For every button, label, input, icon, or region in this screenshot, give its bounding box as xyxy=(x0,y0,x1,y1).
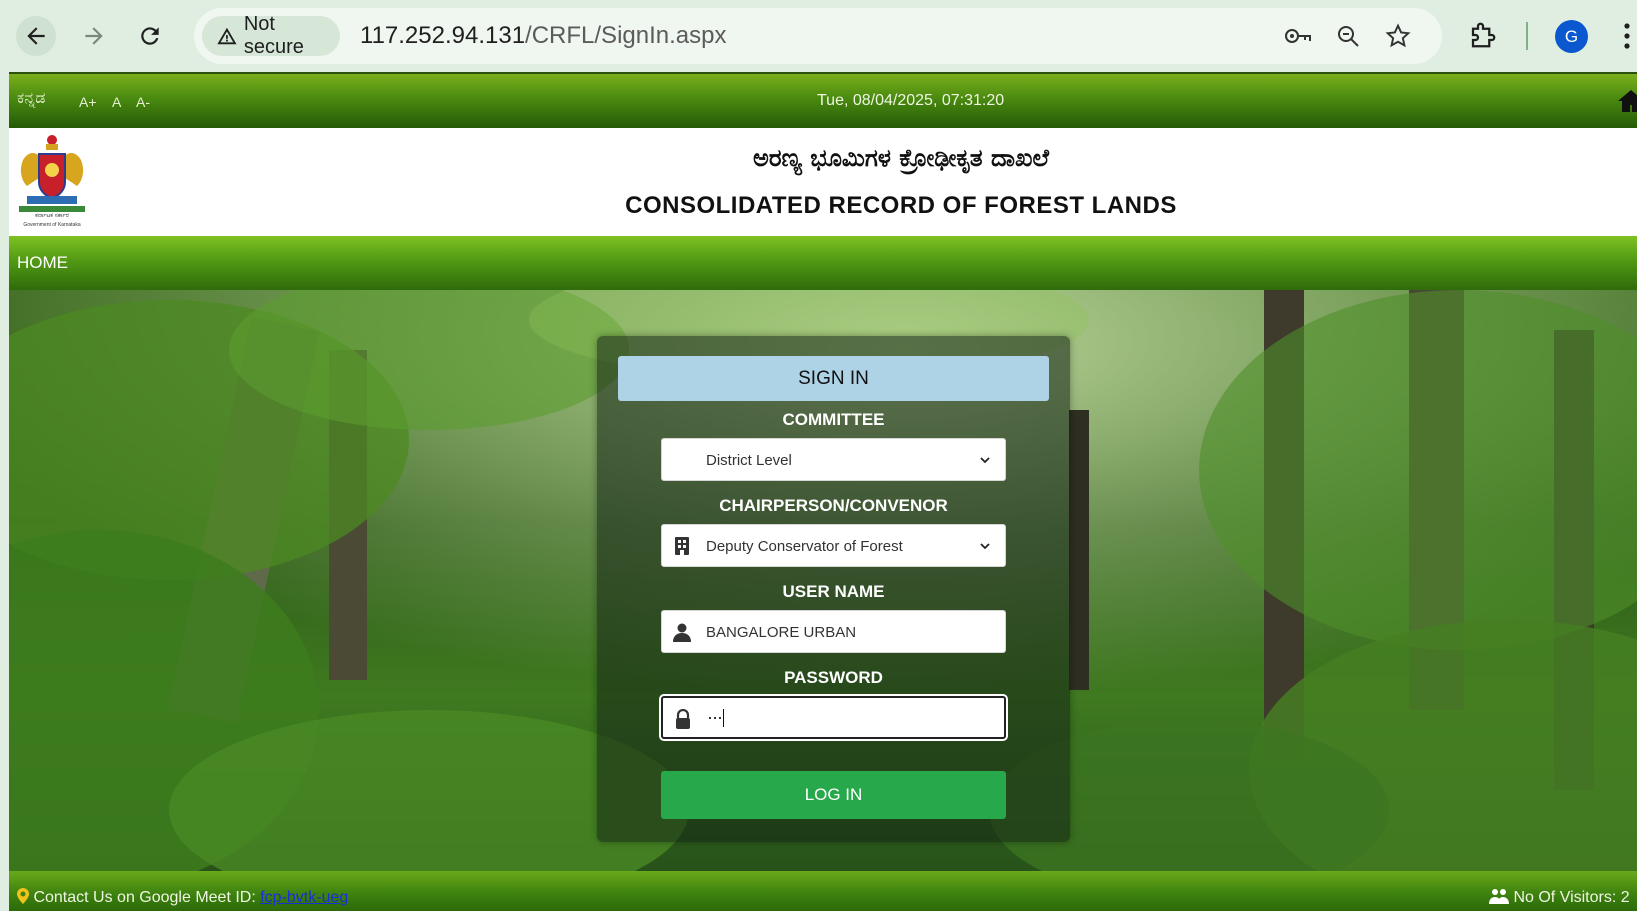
star-icon xyxy=(1385,23,1411,48)
home-icon xyxy=(1618,90,1637,112)
emblem-caption-english: Government of Karnataka xyxy=(23,222,81,228)
visitor-count-text: No Of Visitors: 2 xyxy=(1513,889,1630,906)
username-input[interactable]: BANGALORE URBAN xyxy=(661,610,1006,653)
font-increase-link[interactable]: A+ xyxy=(79,94,97,110)
site-title-english: CONSOLIDATED RECORD OF FOREST LANDS xyxy=(625,192,1177,219)
login-panel: SIGN IN COMMITTEE District Level CHAIRPE… xyxy=(597,336,1070,842)
contact-prefix: Contact Us on Google Meet ID: xyxy=(33,889,261,906)
url-host: 117.252.94.131 xyxy=(360,22,526,49)
security-label: Not secure xyxy=(243,13,304,58)
language-link[interactable]: ಕನ್ನಡ xyxy=(17,90,45,108)
chairperson-select[interactable]: Deputy Conservator of Forest xyxy=(661,524,1006,567)
kebab-icon xyxy=(1624,23,1630,49)
browser-frame-edge xyxy=(0,0,9,911)
back-icon xyxy=(27,27,45,45)
main-menu: HOME xyxy=(9,236,1637,290)
extensions-icon xyxy=(1471,22,1496,48)
committee-label: COMMITTEE xyxy=(782,410,885,429)
forward-icon xyxy=(85,27,103,45)
committee-select[interactable]: District Level xyxy=(661,438,1006,481)
address-bar[interactable]: Not secure 117.252.94.131/CRFL/SignIn.as… xyxy=(194,8,1442,64)
login-button[interactable]: LOG IN xyxy=(661,771,1006,819)
password-key-button[interactable] xyxy=(1284,22,1312,50)
key-icon xyxy=(1285,29,1311,43)
menu-item-home[interactable]: HOME xyxy=(17,253,68,273)
current-datetime: Tue, 08/04/2025, 07:31:20 xyxy=(817,92,1005,109)
building-icon xyxy=(675,537,689,555)
site-header: ಕರ್ನಾಟಕ ಸರ್ಕಾರ Government of Karnataka ಅ… xyxy=(9,128,1637,236)
username-value: BANGALORE URBAN xyxy=(706,624,857,641)
browser-toolbar: Not secure 117.252.94.131/CRFL/SignIn.as… xyxy=(0,0,1637,72)
users-icon xyxy=(1489,889,1509,904)
site-title-kannada: ಅರಣ್ಯ ಭೂಮಿಗಳ ಕ್ರೋಢೀಕೃತ ದಾಖಲೆ xyxy=(753,144,1049,172)
bookmark-button[interactable] xyxy=(1384,22,1412,50)
map-pin-icon xyxy=(17,888,29,904)
security-chip[interactable]: Not secure xyxy=(202,13,340,58)
site-topbar: ಕನ್ನಡ A+ A A- Tue, 08/04/2025, 07:31:20 xyxy=(9,72,1637,128)
menu-button[interactable] xyxy=(1620,18,1634,54)
reload-button[interactable] xyxy=(130,16,170,56)
chairperson-value: Deputy Conservator of Forest xyxy=(706,538,903,555)
visitor-counter: No Of Visitors: 2 xyxy=(1489,888,1630,907)
warning-icon xyxy=(217,27,237,45)
lock-icon xyxy=(676,709,690,729)
site-footer: Contact Us on Google Meet ID: fcp-bvtk-u… xyxy=(9,871,1637,911)
url-path: /CRFL/SignIn.aspx xyxy=(525,22,727,49)
user-icon xyxy=(673,623,691,642)
url-text[interactable]: 117.252.94.131/CRFL/SignIn.aspx xyxy=(360,22,726,50)
contact-info: Contact Us on Google Meet ID: fcp-bvtk-u… xyxy=(17,888,348,907)
font-normal-link[interactable]: A xyxy=(112,94,121,110)
chevron-down-icon xyxy=(980,543,990,550)
text-caret xyxy=(722,709,724,728)
password-value: ··· xyxy=(707,707,724,728)
chevron-down-icon xyxy=(980,457,990,464)
committee-value: District Level xyxy=(706,452,792,469)
profile-avatar[interactable]: G xyxy=(1555,20,1588,53)
password-mask: ··· xyxy=(707,707,723,727)
home-link[interactable] xyxy=(1617,88,1637,112)
username-label: USER NAME xyxy=(782,582,885,601)
meet-id-link[interactable]: fcp-bvtk-ueg xyxy=(260,889,348,906)
password-label: PASSWORD xyxy=(784,668,883,687)
profile-initial: G xyxy=(1564,26,1579,46)
back-button[interactable] xyxy=(16,16,56,56)
extensions-button[interactable] xyxy=(1468,20,1498,50)
font-decrease-link[interactable]: A- xyxy=(136,94,150,110)
signin-heading: SIGN IN xyxy=(618,356,1049,401)
password-input[interactable]: ··· xyxy=(661,696,1006,739)
zoom-button[interactable] xyxy=(1334,22,1362,50)
zoom-icon xyxy=(1338,26,1359,47)
forward-button[interactable] xyxy=(74,16,114,56)
reload-icon xyxy=(141,27,159,45)
chairperson-label: CHAIRPERSON/CONVENOR xyxy=(719,496,948,515)
toolbar-separator xyxy=(1526,22,1528,50)
